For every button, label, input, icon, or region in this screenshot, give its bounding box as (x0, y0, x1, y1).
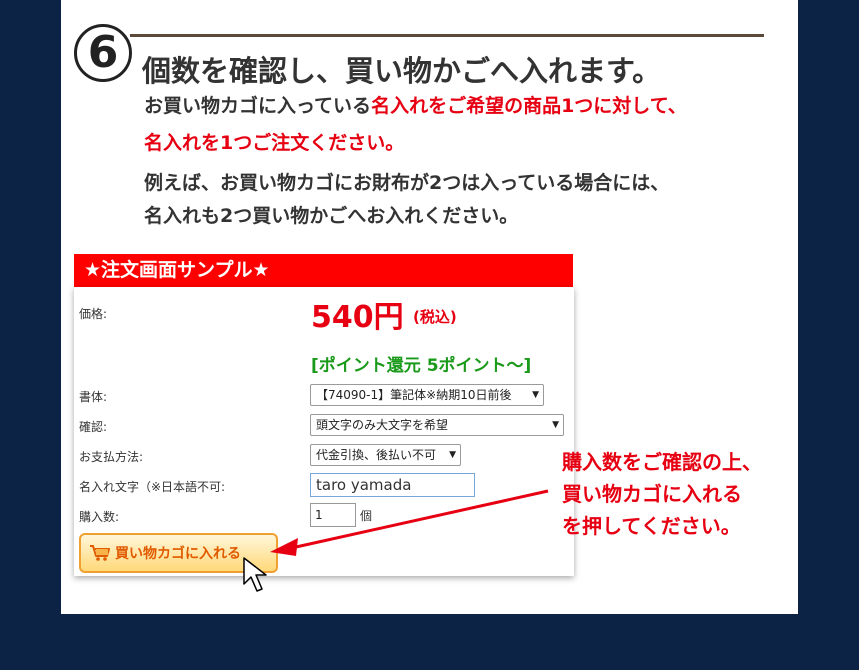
pointer-arrow-head (270, 538, 298, 556)
mouse-cursor-icon (243, 557, 267, 592)
annotation-overlay (243, 489, 549, 592)
pointer-arrow-line (295, 489, 549, 549)
